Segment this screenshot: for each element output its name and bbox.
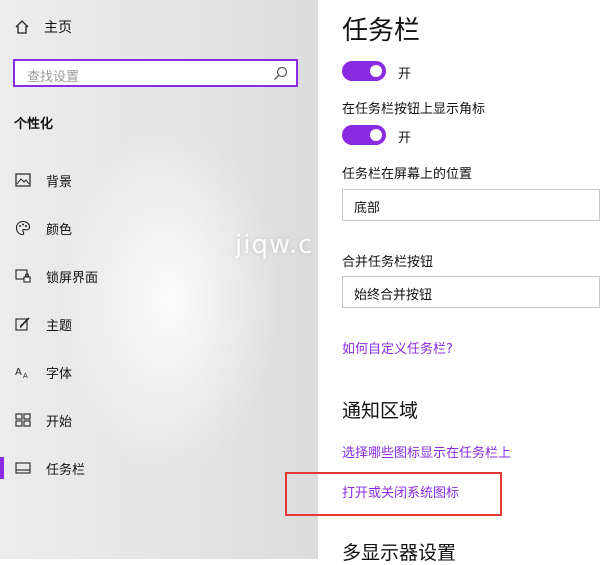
settings-sidebar: 主页 查找设置 个性化 背景 颜色 锁屏界面 主题 AA 字体 开始 任务栏 [0, 0, 318, 559]
start-menu-icon [14, 411, 32, 429]
sidebar-item-label: 开始 [46, 414, 73, 430]
lock-screen-icon [14, 267, 32, 285]
dropdown-value: 底部 [354, 201, 381, 216]
toggle-state-label: 开 [398, 67, 412, 82]
sidebar-item-label: 字体 [46, 366, 73, 382]
dropdown-value: 始终合并按钮 [354, 288, 433, 303]
image-icon [14, 171, 32, 189]
select-icons-link[interactable]: 选择哪些图标显示在任务栏上 [342, 442, 511, 461]
show-badges-label: 在任务栏按钮上显示角标 [342, 102, 486, 117]
sidebar-glow [60, 120, 280, 480]
toggle-knob [370, 129, 382, 141]
taskbar-position-dropdown[interactable]: 底部 [342, 189, 600, 221]
palette-icon [14, 219, 32, 237]
highlight-box [285, 472, 502, 516]
sidebar-item-taskbar[interactable]: 任务栏 [0, 457, 86, 479]
show-badges-toggle[interactable] [342, 125, 386, 145]
multiple-displays-heading: 多显示器设置 [342, 542, 457, 564]
toggle-state-label: 开 [398, 131, 412, 146]
sidebar-item-home[interactable]: 主页 [14, 17, 72, 37]
sidebar-item-label: 主题 [46, 318, 73, 334]
sidebar-item-background[interactable]: 背景 [14, 169, 72, 191]
sidebar-item-fonts[interactable]: AA 字体 [14, 361, 72, 383]
combine-buttons-label: 合并任务栏按钮 [342, 255, 434, 270]
sidebar-item-label: 颜色 [46, 222, 73, 238]
svg-text:A: A [23, 372, 28, 380]
sidebar-item-themes[interactable]: 主题 [14, 313, 72, 335]
sidebar-item-lock-screen[interactable]: 锁屏界面 [14, 265, 98, 287]
font-icon: AA [14, 363, 32, 381]
home-icon [14, 19, 30, 35]
sidebar-item-start[interactable]: 开始 [14, 409, 72, 431]
taskbar-icon [14, 459, 32, 477]
sidebar-item-colors[interactable]: 颜色 [14, 217, 72, 239]
svg-text:A: A [15, 367, 22, 378]
search-input[interactable]: 查找设置 [13, 59, 298, 87]
sidebar-item-label: 锁屏界面 [46, 270, 99, 286]
lock-taskbar-toggle[interactable] [342, 61, 386, 81]
search-placeholder: 查找设置 [27, 70, 80, 85]
sidebar-home-label: 主页 [44, 20, 72, 36]
section-title-personalization: 个性化 [14, 117, 54, 132]
combine-buttons-dropdown[interactable]: 始终合并按钮 [342, 276, 600, 308]
watermark-text: jiqw.c [235, 230, 314, 260]
sidebar-item-label: 任务栏 [46, 462, 86, 478]
page-title: 任务栏 [342, 16, 421, 46]
toggle-knob [370, 65, 382, 77]
customize-taskbar-link[interactable]: 如何自定义任务栏? [342, 338, 453, 357]
taskbar-position-label: 任务栏在屏幕上的位置 [342, 167, 473, 182]
notification-area-heading: 通知区域 [342, 400, 419, 422]
search-icon[interactable] [273, 66, 288, 81]
sidebar-item-label: 背景 [46, 174, 73, 190]
theme-brush-icon [14, 315, 32, 333]
